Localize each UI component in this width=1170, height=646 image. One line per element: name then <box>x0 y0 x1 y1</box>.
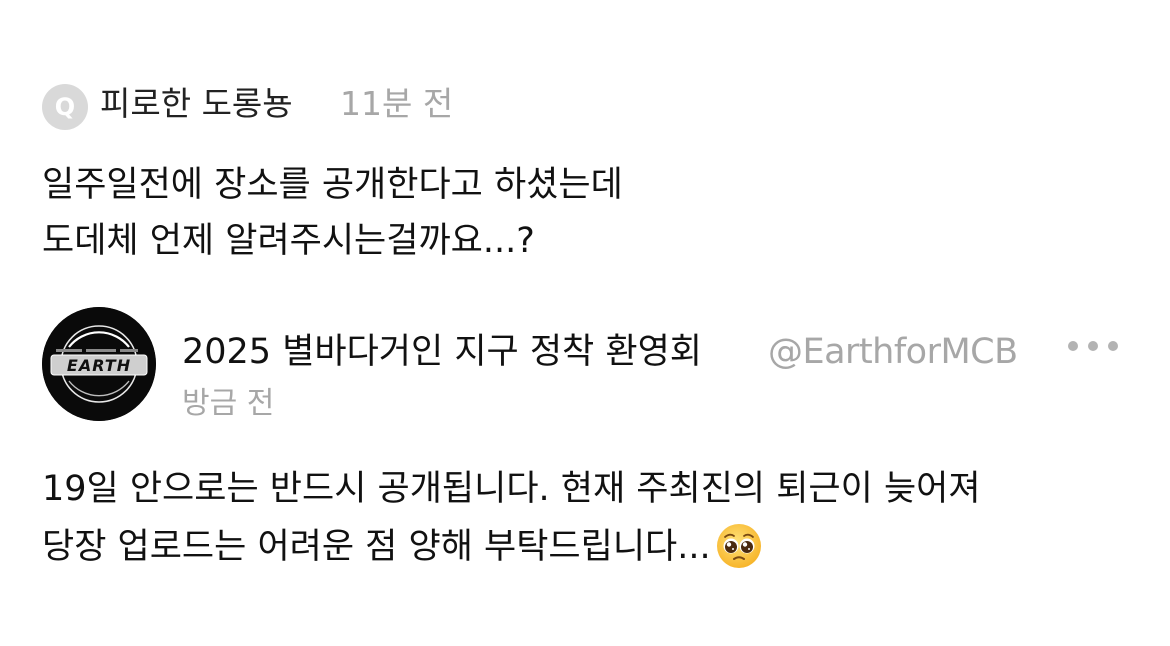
reply-display-name[interactable]: 2025 별바다거인 지구 정착 환영회 <box>182 328 702 376</box>
earth-logo-icon: EARTH <box>42 307 156 421</box>
question-text: 일주일전에 장소를 공개한다고 하셨는데 도데체 언제 알려주시는걸까요...? <box>42 157 1042 269</box>
more-options-button[interactable] <box>1068 334 1118 358</box>
reply-text: 19일 안으로는 반드시 공개됩니다. 현재 주최진의 퇴근이 늦어져 당장 업… <box>42 460 1152 588</box>
reply-line-1: 19일 안으로는 반드시 공개됩니다. 현재 주최진의 퇴근이 늦어져 <box>42 469 981 509</box>
avatar-logo-text: EARTH <box>67 356 131 375</box>
more-dot-icon <box>1108 341 1118 351</box>
question-timestamp: 11분 전 <box>340 84 454 123</box>
reply-line-2: 당장 업로드는 어려운 점 양해 부탁드립니다... <box>42 518 1152 588</box>
question-author: 피로한 도롱뇽 <box>100 84 293 123</box>
question-line-2: 도데체 언제 알려주시는걸까요...? <box>42 221 535 261</box>
reply-handle[interactable]: @EarthforMCB <box>768 328 1018 376</box>
anonymous-question-icon: Q <box>42 84 88 130</box>
more-dot-icon <box>1088 341 1098 351</box>
reply-timestamp: 방금 전 <box>182 386 275 421</box>
question-letter: Q <box>54 93 76 121</box>
avatar[interactable]: EARTH <box>42 307 156 421</box>
question-line-1: 일주일전에 장소를 공개한다고 하셨는데 <box>42 165 623 205</box>
more-dot-icon <box>1068 341 1078 351</box>
reply-line-2-text: 당장 업로드는 어려운 점 양해 부탁드립니다... <box>42 527 711 567</box>
pleading-face-emoji-icon <box>715 522 763 588</box>
